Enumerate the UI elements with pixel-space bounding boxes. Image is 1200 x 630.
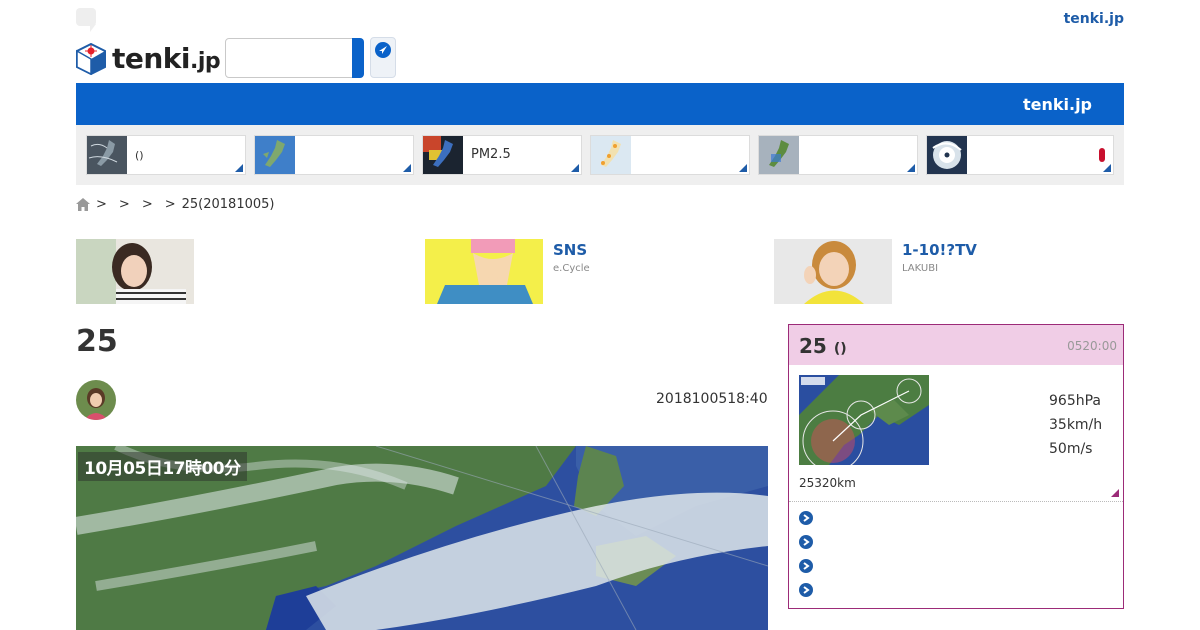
map-tile-weather[interactable]: (): [86, 135, 246, 175]
corner-arrow-icon: [1111, 489, 1119, 497]
ad-thumbnail-diet: [425, 239, 543, 304]
home-icon[interactable]: [76, 198, 90, 211]
nav-bar-title[interactable]: tenki.jp: [1023, 95, 1092, 114]
corner-arrow-icon: [235, 164, 243, 172]
corner-arrow-icon: [571, 164, 579, 172]
typhoon-speed: 35km/h: [1049, 417, 1103, 433]
author-avatar[interactable]: [76, 380, 116, 420]
breadcrumb-separator: >: [141, 197, 153, 212]
corner-arrow-icon: [739, 164, 747, 172]
location-arrow-icon: [375, 42, 391, 58]
forecast-map-thumbnail: [591, 136, 631, 174]
logo[interactable]: tenki.jp: [76, 42, 221, 75]
map-tile-forecast[interactable]: [590, 135, 750, 175]
map-tile-typhoon[interactable]: [926, 135, 1114, 175]
ad-thumbnail-smiling-woman: [774, 239, 892, 304]
ad-item[interactable]: 1-10!?TV LAKUBI: [774, 239, 1104, 304]
pm25-map-thumbnail: [423, 136, 463, 174]
typhoon-number: 25: [799, 334, 827, 358]
breadcrumb-separator: >: [164, 197, 176, 212]
speech-bubble-icon[interactable]: [76, 8, 96, 32]
map-tile-label: (): [135, 149, 144, 162]
map-strip: () PM2.5: [76, 125, 1124, 185]
ad-thumbnail-woman: [76, 239, 194, 304]
article-date: 2018100518:40: [656, 391, 768, 407]
typhoon-max-wind: 50m/s: [1049, 441, 1093, 457]
typhoon-title-suffix: (): [833, 341, 847, 357]
satellite-image: 10月05日17時00分: [76, 446, 768, 630]
typhoon-time: 0520:00: [1067, 339, 1117, 353]
current-location-button[interactable]: [370, 37, 396, 78]
chevron-right-icon[interactable]: [799, 511, 813, 525]
avatar-image: [76, 380, 116, 420]
chevron-right-icon[interactable]: [799, 583, 813, 597]
search-input[interactable]: [225, 38, 355, 78]
ad-title: SNS: [553, 241, 588, 259]
ad-item[interactable]: [76, 239, 406, 304]
rain-map-thumbnail: [759, 136, 799, 174]
logo-cube-icon: [76, 42, 106, 75]
typhoon-distance: 25320km: [799, 476, 856, 490]
chevron-right-icon[interactable]: [799, 535, 813, 549]
corner-arrow-icon: [907, 164, 915, 172]
logo-suffix: .jp: [190, 49, 221, 74]
map-tile-rain[interactable]: [758, 135, 918, 175]
ad-source: e.Cycle: [553, 263, 590, 274]
typhoon-map-thumbnail: [927, 136, 967, 174]
page: tenki.jp tenki.jp tenki.jp () PM2.5 > > …: [0, 0, 1200, 630]
map-tile-radar[interactable]: [254, 135, 414, 175]
typhoon-track-map[interactable]: [799, 375, 929, 465]
weather-map-thumbnail: [87, 136, 127, 174]
map-tile-label: PM2.5: [471, 147, 511, 162]
typhoon-title[interactable]: 25 (): [799, 334, 847, 358]
typhoon-links: [799, 511, 813, 607]
chevron-right-icon[interactable]: [799, 559, 813, 573]
image-timestamp: 10月05日17時00分: [78, 452, 247, 481]
article-title: 25: [76, 324, 118, 359]
breadcrumb-current: 25(20181005): [181, 197, 275, 212]
search-button[interactable]: [352, 38, 364, 78]
ad-title: 1-10!?TV: [902, 241, 977, 259]
site-link[interactable]: tenki.jp: [1064, 11, 1124, 27]
radar-map-thumbnail: [255, 136, 295, 174]
alert-badge: [1099, 148, 1105, 162]
breadcrumb: > > > > 25(20181005): [76, 197, 274, 212]
typhoon-pressure: 965hPa: [1049, 393, 1101, 409]
map-tile-pm25[interactable]: PM2.5: [422, 135, 582, 175]
ad-source: LAKUBI: [902, 263, 939, 274]
typhoon-panel-header: 25 () 0520:00: [789, 325, 1123, 365]
logo-text: tenki.jp: [112, 42, 221, 75]
logo-main: tenki: [112, 42, 191, 75]
ad-item[interactable]: SNS e.Cycle: [425, 239, 755, 304]
breadcrumb-separator: >: [96, 197, 107, 212]
corner-arrow-icon: [1103, 164, 1111, 172]
typhoon-stats: 965hPa 35km/h 50m/s: [1049, 389, 1102, 461]
main-nav-bar: tenki.jp: [76, 83, 1124, 125]
panel-divider: [789, 501, 1123, 502]
corner-arrow-icon: [403, 164, 411, 172]
typhoon-panel: 25 () 0520:00 965hPa 35km/h 50m/s 25320k…: [788, 324, 1124, 609]
breadcrumb-separator: >: [118, 197, 130, 212]
